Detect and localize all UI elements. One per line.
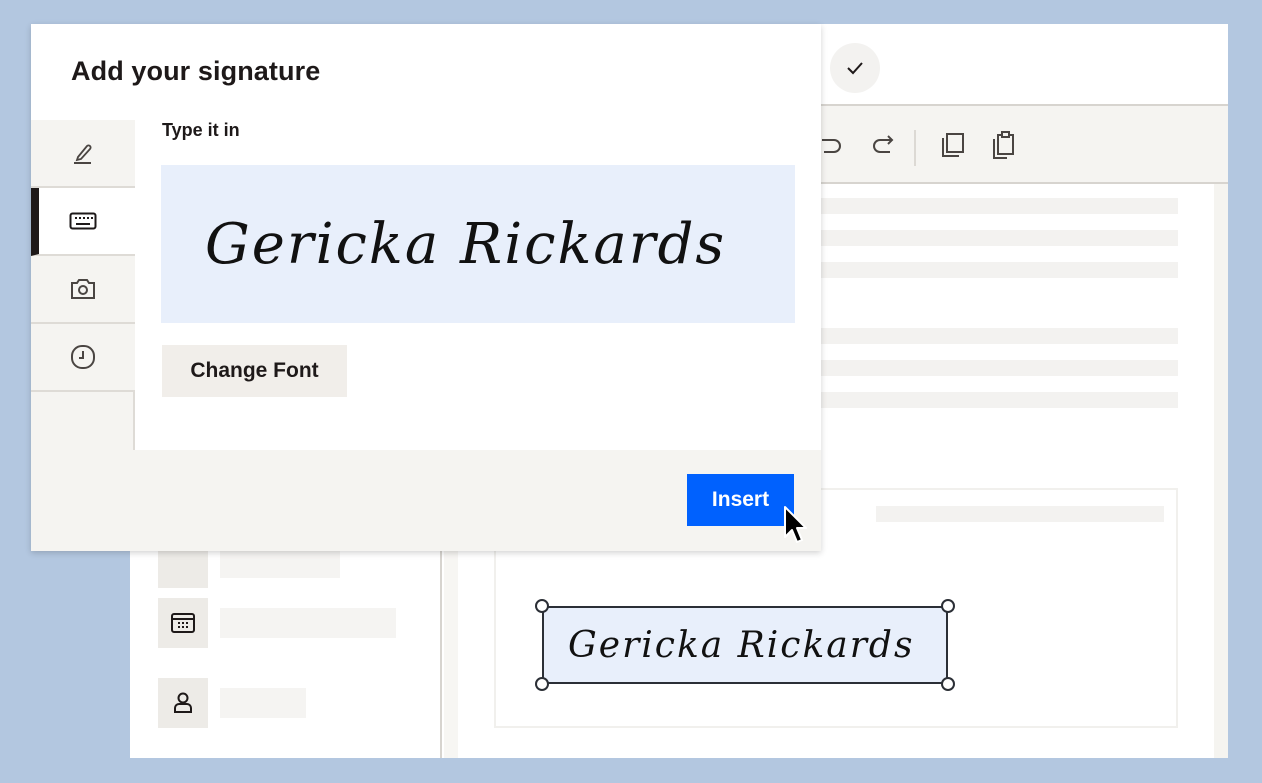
paste-button[interactable] <box>988 130 1018 160</box>
placed-signature-text: Gericka Rickards <box>568 624 915 666</box>
resize-handle-top-right[interactable] <box>941 599 955 613</box>
field-label-placeholder <box>220 548 340 578</box>
section-label: Type it in <box>162 120 240 140</box>
change-font-button[interactable]: Change Font <box>162 345 347 397</box>
calendar-icon <box>171 613 195 633</box>
copy-icon <box>942 133 964 157</box>
dialog-title: Add your signature <box>71 56 321 86</box>
toolbar-divider <box>914 130 916 166</box>
checkmark-icon <box>847 62 863 75</box>
person-icon <box>174 692 192 713</box>
mouse-cursor-icon <box>784 506 807 543</box>
field-item-name[interactable] <box>158 678 306 728</box>
person-icon-box <box>158 678 208 728</box>
placed-signature[interactable]: Gericka Rickards <box>535 599 955 691</box>
field-label-placeholder <box>220 688 306 718</box>
tab-photo[interactable] <box>31 256 135 324</box>
resize-handle-top-left[interactable] <box>535 599 549 613</box>
signature-method-tabs <box>31 120 135 450</box>
pencil-icon <box>74 144 92 164</box>
paste-icon <box>993 131 1014 159</box>
field-label-placeholder <box>220 608 396 638</box>
signature-preview-text: Gericka Rickards <box>205 211 727 277</box>
resize-handle-bottom-left[interactable] <box>535 677 549 691</box>
signature-preview[interactable]: Gericka Rickards <box>161 165 795 323</box>
confirm-button[interactable] <box>830 43 880 93</box>
keyboard-icon <box>69 212 97 230</box>
field-item-date[interactable] <box>158 598 396 648</box>
tab-draw[interactable] <box>31 120 135 188</box>
undo-icon <box>822 139 841 153</box>
scrollbar[interactable] <box>1214 184 1228 758</box>
add-signature-dialog: Add your signature Type it in Gericka Ri… <box>31 24 821 551</box>
clock-icon <box>71 345 95 369</box>
dialog-footer: Insert <box>31 450 821 551</box>
text-line-placeholder <box>876 506 1164 522</box>
camera-icon <box>71 279 95 299</box>
insert-button[interactable]: Insert <box>687 474 794 526</box>
redo-button[interactable] <box>868 130 898 160</box>
tab-type[interactable] <box>31 188 135 256</box>
redo-icon <box>873 135 894 153</box>
copy-button[interactable] <box>938 130 968 160</box>
resize-handle-bottom-right[interactable] <box>941 677 955 691</box>
tab-recent[interactable] <box>31 324 135 392</box>
calendar-icon-box <box>158 598 208 648</box>
